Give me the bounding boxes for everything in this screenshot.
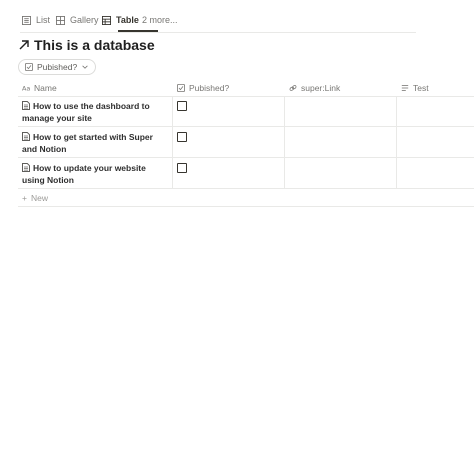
checkbox-icon bbox=[177, 84, 185, 92]
list-icon bbox=[22, 15, 31, 25]
active-tab-indicator bbox=[118, 30, 158, 32]
row-title-cell[interactable]: How to get started with Super and Notion bbox=[22, 131, 170, 155]
tab-table-label: Table bbox=[116, 15, 139, 25]
published-checkbox[interactable] bbox=[177, 132, 187, 142]
checkbox-icon bbox=[25, 63, 33, 71]
link-icon bbox=[289, 85, 297, 91]
column-divider bbox=[284, 96, 285, 188]
column-header-test[interactable]: Test bbox=[401, 83, 429, 93]
column-header-super-link-label: super:Link bbox=[301, 83, 341, 93]
column-divider bbox=[396, 96, 397, 188]
svg-text:Aa: Aa bbox=[22, 84, 30, 92]
page-icon bbox=[22, 101, 30, 110]
column-divider bbox=[172, 96, 173, 188]
new-row-label: New bbox=[30, 193, 48, 203]
page-icon bbox=[22, 132, 30, 141]
text-lines-icon bbox=[401, 85, 409, 91]
row-title-cell[interactable]: How to use the dashboard to manage your … bbox=[22, 100, 170, 124]
tab-gallery[interactable]: Gallery bbox=[56, 15, 99, 25]
row-title-cell[interactable]: How to update your website using Notion bbox=[22, 162, 170, 186]
row-title: How to update your website using Notion bbox=[22, 163, 146, 185]
new-row: + New bbox=[18, 189, 474, 207]
column-header-name[interactable]: Aa Name bbox=[22, 83, 57, 93]
published-checkbox[interactable] bbox=[177, 101, 187, 111]
table-header: Aa Name Pubished? super:Link Test bbox=[18, 79, 474, 97]
column-header-super-link[interactable]: super:Link bbox=[289, 83, 340, 93]
tab-more-label: 2 more... bbox=[142, 15, 178, 25]
table-row: How to get started with Super and Notion bbox=[18, 127, 474, 158]
table-row: How to use the dashboard to manage your … bbox=[18, 96, 474, 127]
tab-more[interactable]: 2 more... bbox=[142, 15, 178, 25]
chevron-down-icon bbox=[82, 65, 88, 69]
table-icon bbox=[102, 15, 111, 25]
tab-table[interactable]: Table bbox=[102, 15, 139, 25]
gallery-icon bbox=[56, 15, 65, 25]
tab-list-label: List bbox=[36, 15, 51, 25]
tab-list[interactable]: List bbox=[22, 15, 50, 25]
table-row: How to update your website using Notion bbox=[18, 158, 474, 189]
new-row-button[interactable]: + New bbox=[22, 193, 48, 203]
tab-gallery-label: Gallery bbox=[70, 15, 99, 25]
filter-chip-label: Pubished? bbox=[37, 62, 78, 72]
row-title: How to get started with Super and Notion bbox=[22, 132, 153, 154]
column-header-name-label: Name bbox=[34, 83, 57, 93]
text-icon: Aa bbox=[22, 84, 30, 92]
published-checkbox[interactable] bbox=[177, 163, 187, 173]
arrow-up-right-icon bbox=[19, 40, 29, 50]
page-title: This is a database bbox=[19, 37, 155, 53]
column-header-published[interactable]: Pubished? bbox=[177, 83, 229, 93]
column-header-test-label: Test bbox=[413, 83, 429, 93]
view-tabs: List Gallery Table 2 more... bbox=[20, 12, 416, 33]
filter-chip-published[interactable]: Pubished? bbox=[18, 59, 97, 75]
column-header-published-label: Pubished? bbox=[189, 83, 230, 93]
page-title-text: This is a database bbox=[34, 37, 155, 53]
row-title: How to use the dashboard to manage your … bbox=[22, 101, 150, 123]
plus-icon: + bbox=[22, 193, 27, 203]
page-icon bbox=[22, 163, 30, 172]
